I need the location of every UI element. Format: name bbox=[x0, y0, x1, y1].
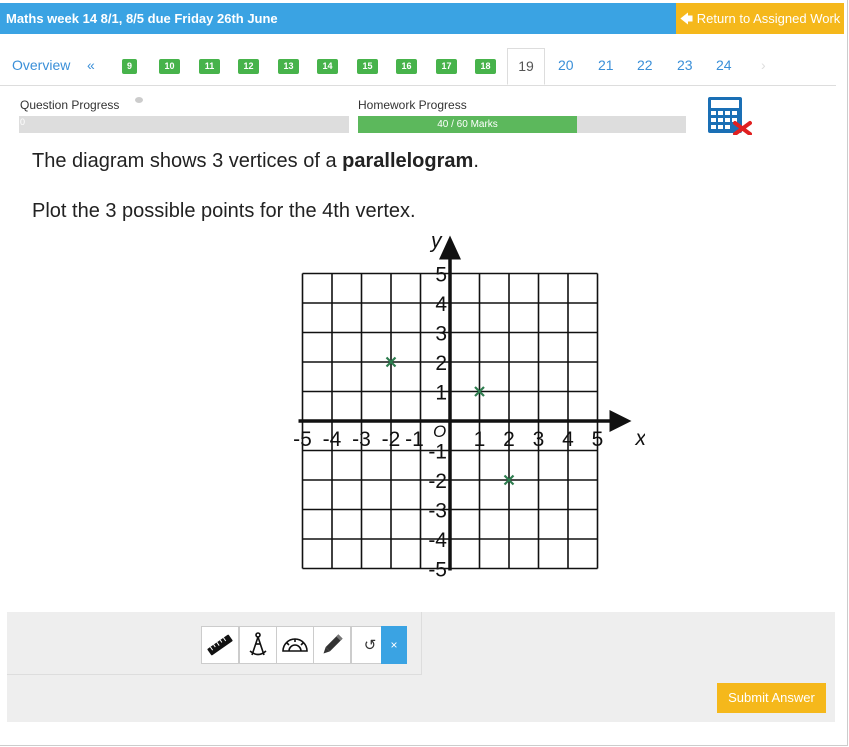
tab-question-20[interactable]: 20 bbox=[558, 48, 574, 85]
tab-question-24[interactable]: 24 bbox=[716, 48, 732, 85]
y-tick-label: -5 bbox=[428, 559, 447, 581]
tab-question-11[interactable]: 11 bbox=[199, 59, 220, 74]
x-tick-label: 5 bbox=[592, 428, 604, 451]
question-progress-label: Question Progress bbox=[20, 98, 120, 112]
x-tick-label: 3 bbox=[533, 428, 545, 451]
compass-tool-button[interactable] bbox=[239, 626, 277, 664]
y-tick-label: -3 bbox=[428, 500, 447, 523]
y-axis-arrow bbox=[439, 235, 461, 260]
tab-question-21[interactable]: 21 bbox=[598, 48, 614, 85]
submit-answer-button[interactable]: Submit Answer bbox=[717, 683, 826, 713]
question-line-1-text: The diagram shows 3 vertices of a bbox=[32, 150, 343, 172]
tab-question-10[interactable]: 10 bbox=[159, 59, 180, 74]
pencil-icon bbox=[323, 634, 343, 654]
tab-question-9[interactable]: 9 bbox=[122, 59, 137, 74]
question-progress-bar: 0 bbox=[19, 116, 349, 133]
tab-question-23[interactable]: 23 bbox=[677, 48, 693, 85]
tab-next[interactable]: › bbox=[761, 48, 766, 85]
question-line-1-end: . bbox=[473, 150, 479, 172]
assignment-title: Maths week 14 8/1, 8/5 due Friday 26th J… bbox=[0, 3, 676, 34]
y-tick-label: 5 bbox=[435, 264, 447, 287]
protractor-icon bbox=[282, 638, 308, 652]
x-tick-label: -5 bbox=[293, 428, 312, 451]
x-tick-label: -2 bbox=[382, 428, 401, 451]
y-tick-label: 2 bbox=[435, 352, 447, 375]
homework-progress-label: Homework Progress bbox=[358, 98, 467, 112]
x-axis-arrow bbox=[609, 410, 632, 432]
x-tick-label: 4 bbox=[562, 428, 574, 451]
homework-progress-text: 40 / 60 Marks bbox=[437, 119, 498, 130]
undo-icon: ↺ bbox=[363, 637, 377, 654]
close-toolbox-button[interactable]: × bbox=[381, 626, 407, 664]
question-line-2: Plot the 3 possible points for the 4th v… bbox=[32, 200, 416, 222]
compass-icon bbox=[249, 632, 267, 656]
tab-question-19-active[interactable]: 19 bbox=[507, 48, 545, 85]
question-progress-value: 0 bbox=[20, 117, 26, 127]
question-line-1: The diagram shows 3 vertices of a parall… bbox=[32, 150, 479, 173]
tab-overview[interactable]: Overview bbox=[12, 48, 70, 85]
tab-question-22[interactable]: 22 bbox=[637, 48, 653, 85]
x-tick-label: 1 bbox=[474, 428, 486, 451]
question-keyword: parallelogram bbox=[342, 150, 474, 172]
x-tick-label: -4 bbox=[323, 428, 342, 451]
coordinate-grid[interactable]: x y O -5 -4 -3 -2 -1 1 2 3 4 5 5 4 3 2 1 -1 -2 -3 -4 -5 bbox=[285, 228, 647, 585]
y-tick-label: 4 bbox=[435, 293, 447, 316]
y-tick-label: -4 bbox=[428, 529, 447, 552]
close-icon: × bbox=[390, 638, 398, 652]
y-tick-label: 3 bbox=[435, 323, 447, 346]
origin-label: O bbox=[433, 422, 446, 441]
y-axis-label: y bbox=[429, 230, 443, 253]
pencil-tool-button[interactable] bbox=[313, 626, 351, 664]
x-tick-label: -3 bbox=[352, 428, 371, 451]
tab-question-16[interactable]: 16 bbox=[396, 59, 417, 74]
tab-question-17[interactable]: 17 bbox=[436, 59, 457, 74]
y-tick-label: -2 bbox=[428, 470, 447, 493]
comment-bubble-icon bbox=[135, 97, 143, 103]
homework-progress-bar: 40 / 60 Marks bbox=[358, 116, 686, 133]
ruler-tool-button[interactable] bbox=[201, 626, 239, 664]
tab-question-13[interactable]: 13 bbox=[278, 59, 299, 74]
question-tabs: Overview « 9 10 11 12 13 14 15 16 17 18 … bbox=[0, 48, 836, 103]
protractor-tool-button[interactable] bbox=[276, 626, 314, 664]
x-tick-label: -1 bbox=[405, 428, 424, 451]
tab-question-12[interactable]: 12 bbox=[238, 59, 259, 74]
ruler-icon bbox=[207, 634, 233, 656]
calculator-icon[interactable] bbox=[708, 97, 752, 136]
x-axis-label: x bbox=[635, 427, 646, 450]
tab-prev[interactable]: « bbox=[87, 48, 95, 85]
y-tick-label: -1 bbox=[428, 441, 447, 464]
drawing-toolbox: ↺ × bbox=[7, 612, 422, 675]
tab-question-15[interactable]: 15 bbox=[357, 59, 378, 74]
tool-area: ↺ × bbox=[7, 612, 835, 722]
x-tick-label: 2 bbox=[503, 428, 515, 451]
y-tick-label: 1 bbox=[435, 382, 447, 405]
return-label: Return to Assigned Work bbox=[696, 11, 841, 26]
arrow-left-icon: 🡄 bbox=[679, 11, 694, 26]
tab-question-18[interactable]: 18 bbox=[475, 59, 496, 74]
return-to-assigned-work-button[interactable]: 🡄 Return to Assigned Work bbox=[676, 3, 844, 34]
tab-question-14[interactable]: 14 bbox=[317, 59, 338, 74]
